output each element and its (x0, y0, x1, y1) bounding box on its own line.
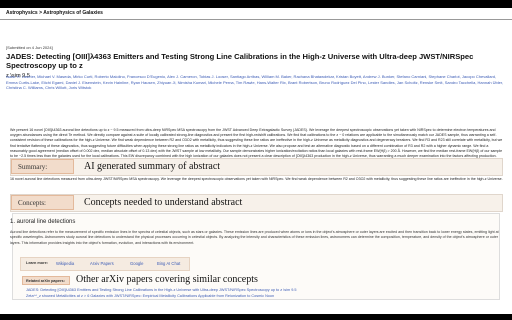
submission-date: [Submitted on 4 Jun 2024] (6, 45, 53, 50)
related-label: Related arXiv papers: (22, 276, 70, 285)
author-list[interactable]: Isaac H. Laseter, Michael V. Maseda, Mir… (6, 74, 506, 91)
summary-text: 16 novel auroral line detections measure… (10, 177, 503, 181)
concepts-annotation: Concepts needed to understand abstract (84, 197, 243, 208)
screenshot-frame: Astrophysics > Astrophysics of Galaxies … (0, 0, 512, 320)
paper-title-main: JADES: Detecting [OIII]λ4363 Emitters an… (6, 52, 474, 70)
learn-link-wikipedia[interactable]: Wikipedia (56, 261, 74, 266)
learn-link-arxiv[interactable]: Arxiv Papers (90, 261, 114, 266)
paper-page: Astrophysics > Astrophysics of Galaxies … (0, 8, 512, 314)
learn-link-google[interactable]: Google (130, 261, 144, 266)
abstract-text: We present 16 novel [OIII]λ4363 auroral … (10, 128, 503, 159)
concept-description: Auroral line detections refer to the mea… (10, 230, 499, 245)
concepts-label: Concepts: (11, 195, 74, 210)
summary-label: Summary: (11, 159, 74, 174)
header-divider (0, 19, 512, 20)
related-paper-link-2[interactable]: Zeta^*_z showed Metallicities at z > 6 G… (26, 294, 496, 299)
related-paper-link-1[interactable]: JADES: Detecting [OIII]λ4363 Emitters an… (26, 288, 496, 293)
summary-annotation: AI generated summary of abstract (84, 161, 221, 172)
breadcrumb[interactable]: Astrophysics > Astrophysics of Galaxies (6, 10, 103, 16)
learn-link-bing[interactable]: Bing AI Chat (157, 261, 180, 266)
learn-more-label: Learn more: (26, 261, 48, 265)
concept-title: 1. auroral line detections (10, 219, 76, 225)
related-annotation: Other arXiv papers covering similar conc… (76, 274, 258, 285)
